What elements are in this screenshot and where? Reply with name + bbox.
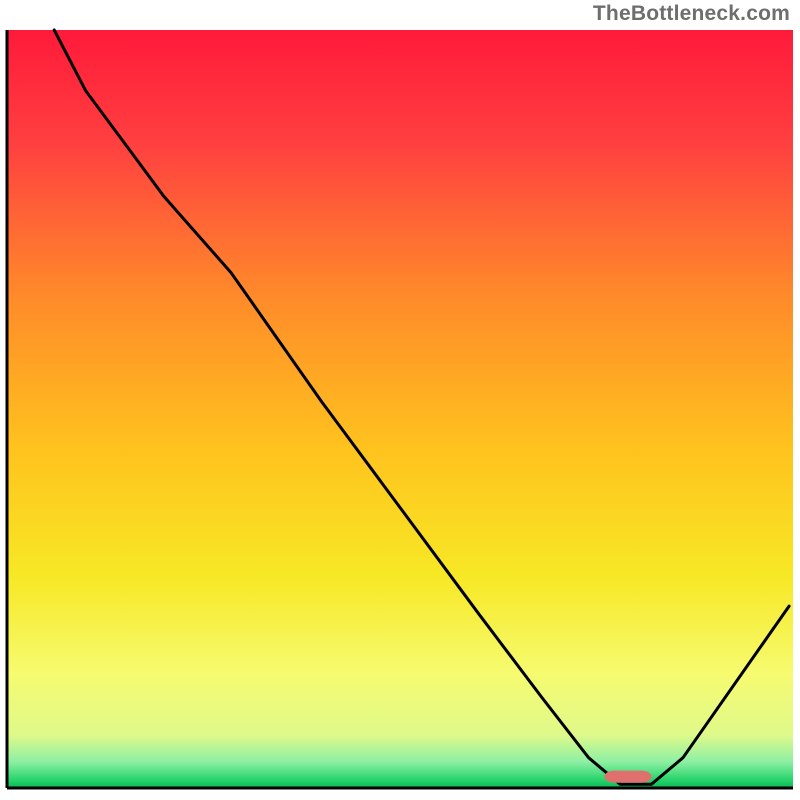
chart-container: TheBottleneck.com	[0, 0, 800, 800]
bottleneck-chart	[0, 0, 800, 800]
optimal-marker	[604, 771, 651, 783]
